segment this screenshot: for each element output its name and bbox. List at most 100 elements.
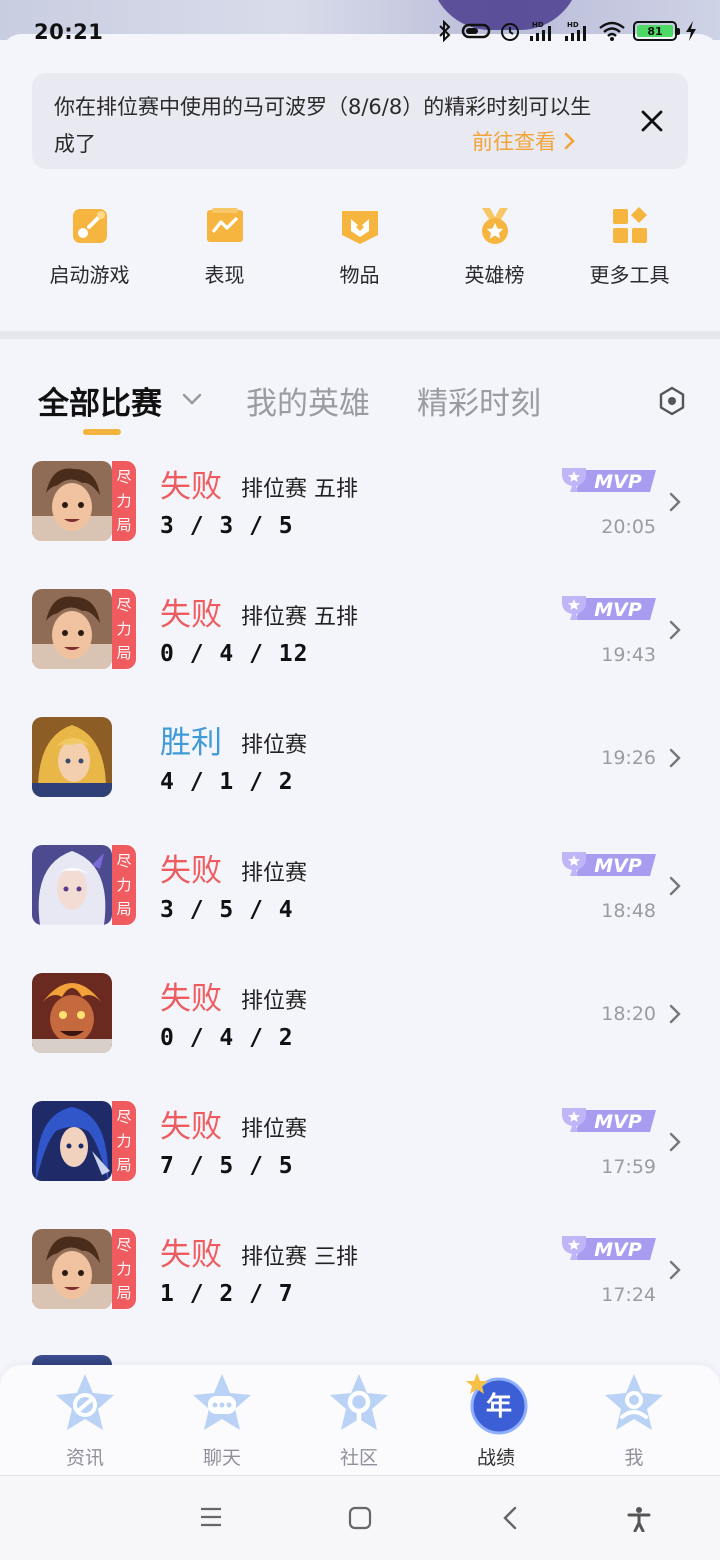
hero-avatar (32, 845, 112, 925)
more-tools-icon (612, 207, 647, 243)
match-mode: 排位赛 三排 (241, 1245, 358, 1270)
medal-icon (481, 208, 508, 244)
community-star-icon (330, 1374, 388, 1430)
svg-text:HD: HD (567, 21, 579, 29)
match-time: 18:48 (601, 900, 656, 922)
bluetooth-icon (439, 20, 451, 42)
chevron-right-icon (669, 876, 681, 896)
tab-my-heroes[interactable]: 我的英雄 (246, 378, 370, 423)
back-icon[interactable] (501, 1506, 519, 1530)
match-kda: 4 / 1 / 2 (160, 769, 294, 795)
battery-level: 81 (637, 25, 673, 38)
record-year-icon: 年 (466, 1373, 528, 1435)
quick-tools: 启动游戏 表现 物品 英雄榜 更多工具 (0, 205, 720, 300)
match-time: 20:05 (601, 516, 656, 538)
nav-label: 我 (624, 1447, 644, 1469)
nav-community[interactable]: 社区 (309, 1371, 409, 1470)
highlight-notice[interactable]: 你在排位赛中使用的马可波罗（8/6/8）的精彩时刻可以生成了 前往查看 (32, 73, 688, 169)
match-kda: 0 / 4 / 2 (160, 1025, 294, 1051)
match-tabs: 全部比赛 我的英雄 精彩时刻 (0, 370, 720, 440)
match-time: 19:26 (601, 747, 656, 769)
hero-avatar (32, 1101, 112, 1181)
mvp-badge: MVP (562, 468, 656, 493)
match-result: 失败 (160, 981, 222, 1017)
tool-label: 表现 (204, 263, 245, 287)
match-kda: 0 / 4 / 12 (160, 641, 309, 667)
effort-tag-char: 尽 (116, 468, 132, 486)
tool-performance[interactable]: 表现 (157, 205, 292, 300)
mvp-label: MVP (594, 471, 642, 493)
effort-tag-char: 尽 (116, 1108, 132, 1126)
status-icons: HD HD 81 (437, 20, 698, 42)
notice-link-label: 前往查看 (472, 130, 556, 154)
settings-hexagon-icon[interactable] (658, 386, 686, 416)
chevron-right-icon (669, 1004, 681, 1024)
mvp-badge: MVP (562, 852, 656, 877)
chevron-right-icon (669, 1260, 681, 1280)
tool-more[interactable]: 更多工具 (562, 205, 697, 300)
status-time: 20:21 (34, 20, 104, 44)
match-result: 失败 (160, 469, 222, 505)
effort-tag-char: 尽 (116, 1236, 132, 1254)
nav-record[interactable]: 年 战绩 (446, 1371, 546, 1470)
effort-tag-char: 力 (116, 876, 132, 894)
tab-all-matches[interactable]: 全部比赛 (38, 378, 162, 423)
match-result: 失败 (160, 1237, 222, 1273)
nav-label: 战绩 (476, 1447, 515, 1469)
match-result: 失败 (160, 853, 222, 889)
close-icon[interactable] (638, 107, 666, 135)
match-row[interactable]: 失败 排位赛 0 / 4 / 2 18:20 (0, 973, 720, 1073)
match-row[interactable]: 尽力局失败 排位赛 三排 1 / 2 / 7 MVP 17:24 (0, 1229, 720, 1329)
items-icon (341, 211, 378, 244)
effort-tag: 尽力局 (112, 461, 136, 541)
home-icon[interactable] (348, 1506, 372, 1530)
match-kda: 7 / 5 / 5 (160, 1153, 294, 1179)
accessibility-icon[interactable] (626, 1506, 652, 1532)
hero-avatar (32, 589, 112, 669)
tab-highlights[interactable]: 精彩时刻 (417, 378, 541, 423)
match-row[interactable]: 胜利 排位赛 4 / 1 / 2 19:26 (0, 717, 720, 817)
match-kda: 3 / 3 / 5 (160, 513, 294, 539)
notice-view-link[interactable]: 前往查看 (472, 126, 576, 156)
nav-chat[interactable]: 聊天 (172, 1371, 272, 1470)
effort-tag-char: 尽 (116, 852, 132, 870)
chevron-right-icon (669, 748, 681, 768)
nav-label: 聊天 (202, 1447, 241, 1469)
performance-chart-icon (206, 208, 243, 242)
match-row[interactable]: 尽力局失败 排位赛 五排 3 / 3 / 5 MVP 20:05 (0, 461, 720, 561)
mvp-label: MVP (594, 1239, 642, 1261)
effort-tag-char: 力 (116, 620, 132, 638)
effort-tag-char: 局 (116, 516, 132, 534)
signal-2-icon: HD (565, 21, 586, 41)
year-badge-text: 年 (486, 1391, 512, 1422)
nav-label: 社区 (339, 1447, 378, 1469)
match-mode: 排位赛 (241, 989, 308, 1014)
match-row[interactable]: 尽力局失败 排位赛 3 / 5 / 4 MVP 18:48 (0, 845, 720, 945)
tool-hero-ranking[interactable]: 英雄榜 (427, 205, 562, 300)
match-row[interactable]: 尽力局失败 排位赛 五排 0 / 4 / 12 MVP 19:43 (0, 589, 720, 689)
nav-news[interactable]: 资讯 (35, 1371, 135, 1470)
match-time: 18:20 (601, 1003, 656, 1025)
match-row[interactable]: 尽力局失败 排位赛 7 / 5 / 5 MVP 17:59 (0, 1101, 720, 1201)
effort-tag: 尽力局 (112, 1229, 136, 1309)
active-tab-indicator (83, 429, 121, 435)
effort-tag: 尽力局 (112, 1101, 136, 1181)
match-time: 17:24 (601, 1284, 656, 1306)
tool-label: 物品 (339, 263, 380, 287)
menu-icon[interactable] (199, 1506, 223, 1528)
effort-tag-char: 局 (116, 1284, 132, 1302)
nav-profile[interactable]: 我 (584, 1371, 684, 1470)
effort-tag-char: 尽 (116, 596, 132, 614)
battery-indicator: 81 (633, 21, 680, 41)
chevron-down-icon[interactable] (181, 392, 203, 406)
tool-launch-game[interactable]: 启动游戏 (22, 205, 157, 300)
effort-tag-char: 力 (116, 1260, 132, 1278)
vibrate-icon (461, 23, 491, 39)
hero-avatar (32, 461, 112, 541)
match-mode: 排位赛 (241, 733, 308, 758)
chevron-right-icon (564, 132, 575, 150)
match-mode: 排位赛 (241, 861, 308, 886)
tool-items[interactable]: 物品 (292, 205, 427, 300)
chevron-right-icon (669, 1132, 681, 1152)
news-star-icon (56, 1374, 114, 1430)
